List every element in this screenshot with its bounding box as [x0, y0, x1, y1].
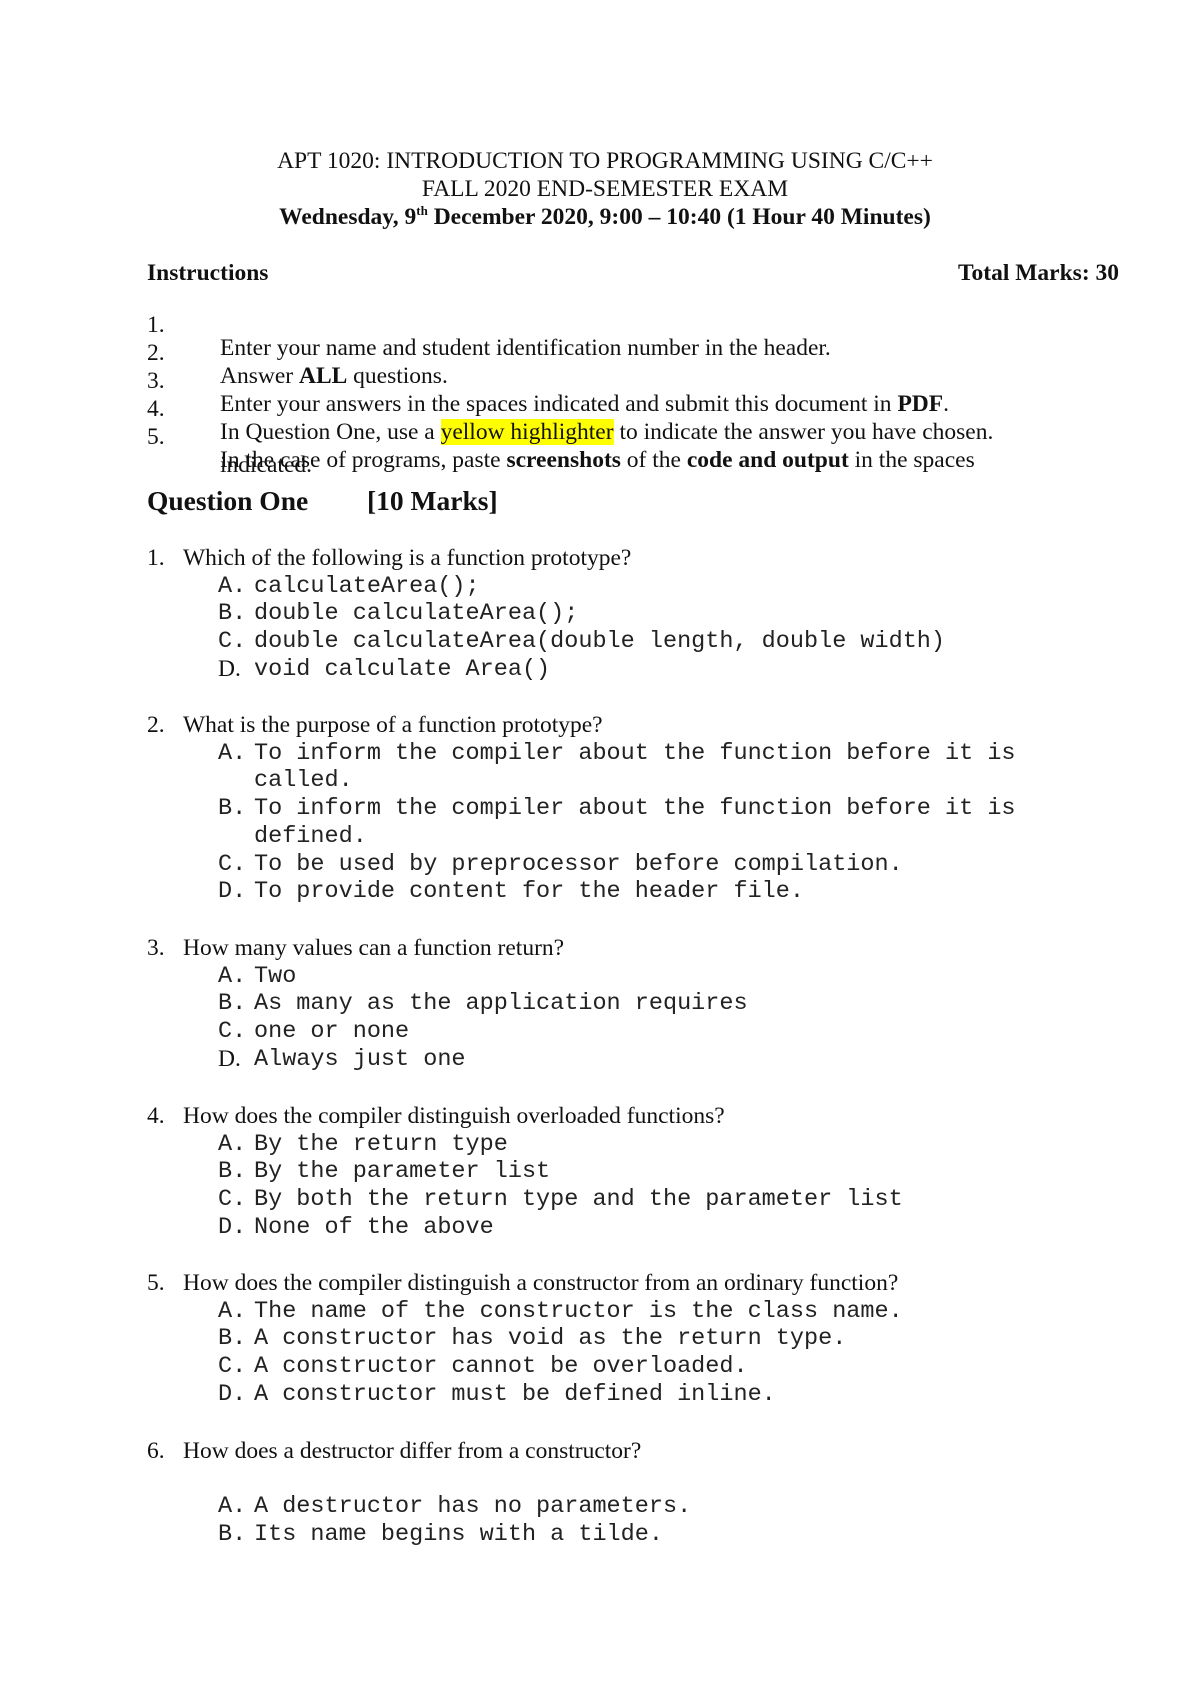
option-letter: B.	[218, 1521, 247, 1549]
section-marks: [10 Marks]	[367, 485, 498, 516]
option-letter: C.	[218, 1186, 247, 1214]
question-2: 2. What is the purpose of a function prot…	[147, 712, 1147, 740]
option-letter: A.	[218, 1493, 247, 1521]
option-text: To inform the compiler about the functio…	[254, 795, 1016, 823]
option-letter: A.	[218, 572, 247, 600]
instruction-item: 2. Answer ALL questions.	[147, 318, 1147, 388]
question-text: How does the compiler distinguish a cons…	[183, 1270, 899, 1296]
option-text: To be used by preprocessor before compil…	[254, 850, 903, 878]
option-text: double calculateArea();	[254, 600, 579, 628]
question-text: How many values can a function return?	[183, 935, 565, 961]
option-text-continuation: defined.	[254, 822, 367, 850]
exam-date-ordinal: th	[416, 203, 428, 218]
option-letter: A.	[218, 739, 247, 767]
instruction-continuation: indicated.	[147, 430, 1147, 476]
exam-date: Wednesday, 9th December 2020, 9:00 – 10:…	[0, 203, 1200, 230]
option-letter: D.	[218, 1380, 247, 1408]
option-letter: A.	[218, 962, 247, 990]
option-text: By the return type	[254, 1130, 508, 1158]
instruction-text: indicated.	[220, 451, 313, 478]
option-text: calculateArea();	[254, 572, 480, 600]
option-letter: D.	[218, 1045, 241, 1072]
question-number: 3.	[147, 935, 165, 961]
option-letter: D.	[218, 655, 241, 682]
option-text: As many as the application requires	[254, 990, 748, 1018]
option-text: A destructor has no parameters.	[254, 1493, 692, 1521]
option-text-continuation: called.	[254, 767, 353, 795]
option-text: void calculate Area()	[254, 655, 551, 683]
option-letter: B.	[218, 1158, 247, 1186]
option-letter: B.	[218, 600, 247, 628]
option-text: A constructor has void as the return typ…	[254, 1325, 847, 1353]
question-number: 5.	[147, 1270, 165, 1296]
question-text: What is the purpose of a function protot…	[183, 712, 603, 738]
option-text: one or none	[254, 1018, 410, 1046]
option-letter: A.	[218, 1297, 247, 1325]
option-text: By the parameter list	[254, 1158, 551, 1186]
exam-title: FALL 2020 END-SEMESTER EXAM	[421, 176, 789, 202]
option-text: By both the return type and the paramete…	[254, 1186, 903, 1214]
option-text: A constructor cannot be overloaded.	[254, 1353, 748, 1381]
instructions-heading: Instructions	[147, 260, 269, 286]
course-title: APT 1020: INTRODUCTION TO PROGRAMMING US…	[277, 148, 933, 174]
question-number: 2.	[147, 712, 165, 738]
exam-date-prefix: Wednesday, 9	[279, 204, 417, 230]
instruction-item: 5. In the case of programs, paste screen…	[147, 402, 1147, 472]
option-letter: A.	[218, 1130, 247, 1158]
question-4: 4. How does the compiler distinguish over…	[147, 1103, 1147, 1131]
option-letter: C.	[218, 1018, 247, 1046]
question-6: 6. How does a destructor differ from a co…	[147, 1438, 1147, 1466]
exam-date-suffix: December 2020, 9:00 – 10:40 (1 Hour 40 M…	[427, 204, 931, 230]
question-5: 5. How does the compiler distinguish a co…	[147, 1270, 1147, 1298]
question-3: 3. How many values can a function return?	[147, 935, 1147, 963]
question-number: 1.	[147, 545, 165, 571]
option-letter: C.	[218, 1353, 247, 1381]
question-number: 6.	[147, 1438, 165, 1464]
option-text: None of the above	[254, 1213, 494, 1241]
option-text: Two	[254, 962, 297, 990]
option-text: Always just one	[254, 1045, 466, 1073]
instruction-item: 3. Enter your answers in the spaces indi…	[147, 346, 1147, 416]
option-letter: C.	[218, 628, 247, 656]
question-text: Which of the following is a function pro…	[183, 545, 632, 571]
question-1: 1. Which of the following is a function p…	[147, 545, 1147, 573]
option-letter: B.	[218, 795, 247, 823]
question-text: How does a destructor differ from a cons…	[183, 1438, 642, 1464]
option-letter: D.	[218, 1213, 247, 1241]
option-letter: B.	[218, 990, 247, 1018]
instruction-item: 1. Enter your name and student identific…	[147, 290, 1147, 360]
option-letter: B.	[218, 1325, 247, 1353]
section-title: Question One	[147, 485, 309, 516]
instruction-item: 4. In Question One, use a yellow highlig…	[147, 374, 1147, 445]
option-text: To inform the compiler about the functio…	[254, 739, 1016, 767]
question-number: 4.	[147, 1103, 165, 1129]
total-marks: Total Marks: 30	[958, 260, 1120, 286]
option-text: To provide content for the header file.	[254, 878, 804, 906]
question-text: How does the compiler distinguish overlo…	[183, 1103, 725, 1129]
option-letter: D.	[218, 878, 247, 906]
option-text: The name of the constructor is the class…	[254, 1297, 903, 1325]
option-text: A constructor must be defined inline.	[254, 1380, 776, 1408]
option-letter: C.	[218, 850, 247, 878]
option-text: double calculateArea(double length, doub…	[254, 628, 946, 656]
option-text: Its name begins with a tilde.	[254, 1521, 663, 1549]
